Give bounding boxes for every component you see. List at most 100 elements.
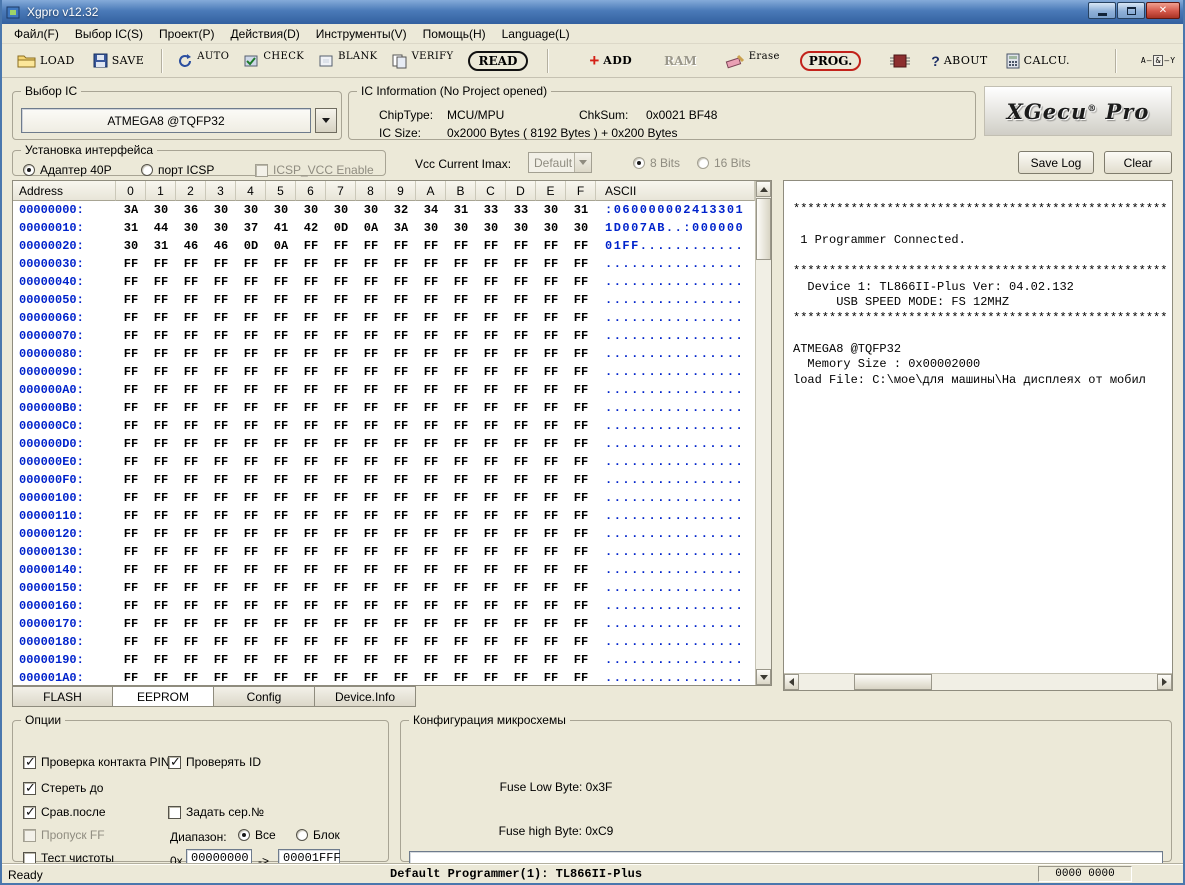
hex-byte[interactable]: 30 xyxy=(566,219,596,237)
blank-button[interactable]: BLANK xyxy=(315,51,380,71)
hex-byte[interactable]: FF xyxy=(416,651,446,669)
hex-byte[interactable]: FF xyxy=(356,651,386,669)
hex-byte[interactable]: FF xyxy=(386,507,416,525)
vcc-current-select[interactable]: Default xyxy=(528,152,592,173)
save-log-button[interactable]: Save Log xyxy=(1018,151,1094,174)
hex-byte[interactable]: FF xyxy=(206,561,236,579)
hex-byte[interactable]: FF xyxy=(506,309,536,327)
hex-byte[interactable]: FF xyxy=(176,597,206,615)
hex-byte[interactable]: FF xyxy=(476,327,506,345)
hex-byte[interactable]: FF xyxy=(116,633,146,651)
hex-byte[interactable]: 30 xyxy=(206,219,236,237)
hex-byte[interactable]: FF xyxy=(206,345,236,363)
hex-byte[interactable]: 31 xyxy=(566,201,596,219)
hex-byte[interactable]: FF xyxy=(176,561,206,579)
hex-byte[interactable]: FF xyxy=(146,633,176,651)
hex-byte[interactable]: FF xyxy=(536,453,566,471)
hex-byte[interactable]: FF xyxy=(566,597,596,615)
hex-byte[interactable]: FF xyxy=(356,327,386,345)
save-button[interactable]: SAVE xyxy=(90,51,148,70)
hex-byte[interactable]: FF xyxy=(326,453,356,471)
hex-byte[interactable]: FF xyxy=(326,417,356,435)
hex-byte[interactable]: FF xyxy=(506,273,536,291)
menu-item[interactable]: Выбор IC(S) xyxy=(67,25,151,43)
hex-byte[interactable]: FF xyxy=(236,561,266,579)
hex-byte[interactable]: FF xyxy=(296,507,326,525)
radio-adapter-40p[interactable]: Адаптер 40P xyxy=(23,163,112,177)
hex-byte[interactable]: FF xyxy=(386,471,416,489)
hex-byte[interactable]: FF xyxy=(146,453,176,471)
hex-byte[interactable]: 0D xyxy=(326,219,356,237)
hex-byte[interactable]: FF xyxy=(176,453,206,471)
hex-byte[interactable]: FF xyxy=(266,669,296,685)
hex-byte[interactable]: 46 xyxy=(176,237,206,255)
hex-byte[interactable]: FF xyxy=(386,237,416,255)
hex-byte[interactable]: FF xyxy=(416,597,446,615)
hex-body[interactable]: 00000000:3A30363030303030303234313333303… xyxy=(13,201,755,685)
hex-byte[interactable]: FF xyxy=(236,417,266,435)
hex-byte[interactable]: FF xyxy=(116,291,146,309)
hex-byte[interactable]: FF xyxy=(446,633,476,651)
hex-byte[interactable]: FF xyxy=(386,363,416,381)
verify-button[interactable]: VERIFY xyxy=(389,51,457,71)
hex-byte[interactable]: FF xyxy=(206,471,236,489)
prog-button[interactable]: PROG. xyxy=(797,49,864,73)
hex-byte[interactable]: FF xyxy=(356,309,386,327)
hex-byte[interactable]: FF xyxy=(146,435,176,453)
hex-byte[interactable]: FF xyxy=(356,453,386,471)
hex-byte[interactable]: FF xyxy=(536,435,566,453)
hex-byte[interactable]: FF xyxy=(326,489,356,507)
hex-byte[interactable]: FF xyxy=(506,615,536,633)
hex-byte[interactable]: FF xyxy=(266,273,296,291)
ic-list-button[interactable] xyxy=(886,51,914,71)
checkbox-serial-number[interactable]: Задать сер.№ xyxy=(168,805,264,819)
hex-byte[interactable]: 33 xyxy=(506,201,536,219)
hex-byte[interactable]: 34 xyxy=(416,201,446,219)
hex-byte[interactable]: FF xyxy=(566,651,596,669)
hex-byte[interactable]: FF xyxy=(266,507,296,525)
scrollbar-thumb[interactable] xyxy=(756,198,771,260)
hex-byte[interactable]: FF xyxy=(446,471,476,489)
hex-byte[interactable]: FF xyxy=(236,255,266,273)
hex-byte[interactable]: FF xyxy=(206,255,236,273)
hex-byte[interactable]: FF xyxy=(326,651,356,669)
hex-byte[interactable]: FF xyxy=(116,525,146,543)
hex-byte[interactable]: FF xyxy=(146,597,176,615)
hex-byte[interactable]: FF xyxy=(476,345,506,363)
hex-byte[interactable]: FF xyxy=(566,417,596,435)
hex-byte[interactable]: FF xyxy=(386,615,416,633)
hex-byte[interactable]: FF xyxy=(296,417,326,435)
hex-byte[interactable]: FF xyxy=(176,399,206,417)
hex-byte[interactable]: FF xyxy=(506,597,536,615)
hex-byte[interactable]: FF xyxy=(326,255,356,273)
hex-byte[interactable]: FF xyxy=(416,453,446,471)
hex-byte[interactable]: FF xyxy=(206,417,236,435)
hex-byte[interactable]: FF xyxy=(116,453,146,471)
hex-byte[interactable]: FF xyxy=(236,453,266,471)
hex-byte[interactable]: FF xyxy=(206,615,236,633)
scroll-up-button[interactable] xyxy=(756,181,771,197)
hex-byte[interactable]: FF xyxy=(176,273,206,291)
hex-byte[interactable]: FF xyxy=(566,291,596,309)
hex-byte[interactable]: FF xyxy=(116,381,146,399)
hex-byte[interactable]: FF xyxy=(296,453,326,471)
hex-byte[interactable]: FF xyxy=(536,291,566,309)
hex-byte[interactable]: FF xyxy=(116,255,146,273)
hex-byte[interactable]: FF xyxy=(536,597,566,615)
hex-byte[interactable]: FF xyxy=(416,363,446,381)
hex-byte[interactable]: FF xyxy=(146,651,176,669)
hex-byte[interactable]: FF xyxy=(176,435,206,453)
hex-byte[interactable]: FF xyxy=(146,579,176,597)
hex-byte[interactable]: FF xyxy=(356,597,386,615)
hex-byte[interactable]: 46 xyxy=(206,237,236,255)
hex-byte[interactable]: FF xyxy=(446,327,476,345)
hex-byte[interactable]: FF xyxy=(386,597,416,615)
hex-byte[interactable]: FF xyxy=(536,381,566,399)
hex-byte[interactable]: FF xyxy=(386,489,416,507)
hex-byte[interactable]: FF xyxy=(356,525,386,543)
hex-byte[interactable]: FF xyxy=(266,345,296,363)
hex-vertical-scrollbar[interactable] xyxy=(755,181,771,685)
hex-byte[interactable]: FF xyxy=(356,291,386,309)
hex-byte[interactable]: FF xyxy=(116,345,146,363)
hex-byte[interactable]: FF xyxy=(266,561,296,579)
